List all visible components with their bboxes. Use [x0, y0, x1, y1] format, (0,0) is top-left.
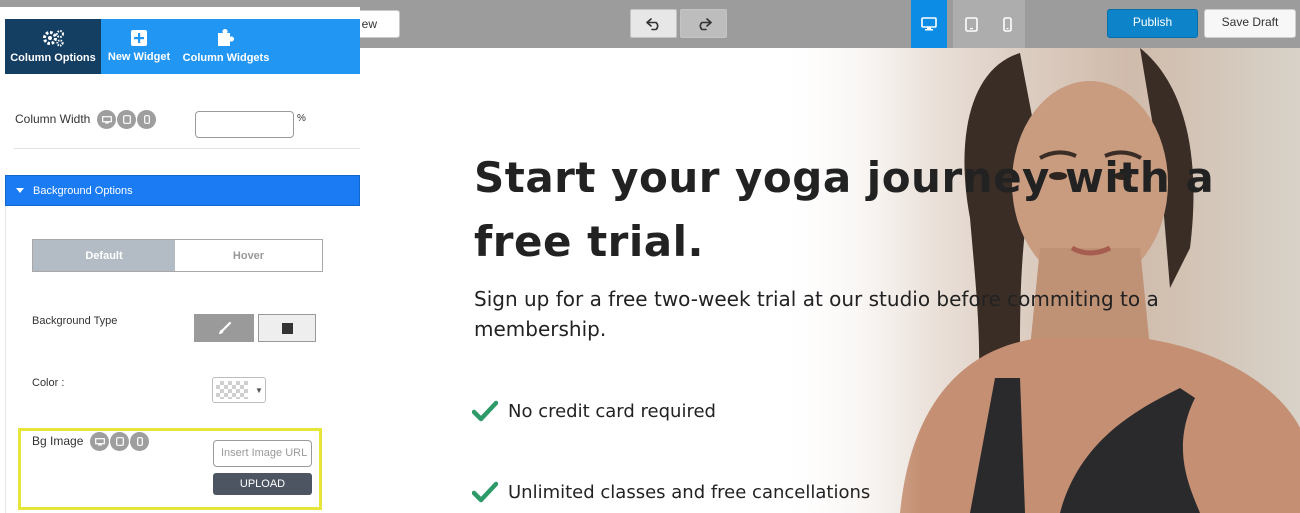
- redo-icon: [699, 17, 712, 30]
- tab-hover[interactable]: Hover: [175, 240, 322, 271]
- transparent-swatch: [216, 381, 248, 399]
- tab-new-widget[interactable]: New Widget: [101, 19, 177, 74]
- page-canvas[interactable]: Start your yoga journey with a free tria…: [360, 48, 1300, 513]
- check-icon: [472, 481, 498, 503]
- divider: [14, 148, 360, 149]
- color-label: Color :: [32, 377, 65, 389]
- column-width-input[interactable]: [195, 111, 294, 138]
- hero-background-photo: [720, 48, 1300, 513]
- bg-image-url-input[interactable]: Insert Image URL: [213, 440, 312, 467]
- background-type-image-button[interactable]: [258, 314, 316, 342]
- woman-photo-illustration: [720, 48, 1300, 513]
- puzzle-icon: [218, 29, 234, 46]
- mobile-icon[interactable]: [130, 432, 149, 451]
- check-icon: [472, 400, 498, 422]
- panel-tabs: Column Options New Widget Column Widgets: [5, 19, 360, 74]
- background-options-header[interactable]: Background Options: [5, 175, 360, 206]
- feature-item[interactable]: Unlimited classes and free cancellations: [472, 481, 870, 503]
- tablet-icon: [964, 16, 978, 32]
- mobile-icon[interactable]: [137, 110, 156, 129]
- desktop-icon: [921, 17, 937, 31]
- feature-item[interactable]: No credit card required: [472, 400, 716, 422]
- redo-button[interactable]: [680, 9, 727, 38]
- section-title: Background Options: [33, 184, 133, 197]
- background-type-label: Background Type: [32, 315, 118, 327]
- gears-icon: [43, 30, 64, 47]
- tab-default[interactable]: Default: [33, 240, 175, 271]
- tab-label: New Widget: [107, 51, 171, 63]
- undo-icon: [645, 17, 658, 30]
- chevron-down-icon: ▼: [255, 385, 263, 395]
- caret-down-icon: [16, 188, 24, 193]
- tab-column-options[interactable]: Column Options: [5, 19, 101, 74]
- save-draft-button[interactable]: Save Draft: [1204, 9, 1296, 38]
- background-type-color-button[interactable]: [194, 314, 254, 342]
- device-tablet-button[interactable]: [953, 0, 989, 48]
- publish-button[interactable]: Publish: [1107, 9, 1198, 38]
- square-icon: [281, 322, 293, 334]
- device-desktop-button[interactable]: [911, 0, 947, 48]
- tablet-icon[interactable]: [110, 432, 129, 451]
- tablet-icon[interactable]: [117, 110, 136, 129]
- mobile-icon: [1002, 16, 1012, 32]
- column-options-panel: Column Options New Widget Column Widgets…: [0, 7, 360, 513]
- hero-title[interactable]: Start your yoga journey with a free tria…: [474, 146, 1274, 274]
- column-width-label: Column Width: [15, 112, 91, 126]
- percent-unit: %: [297, 113, 306, 124]
- state-toggle: Default Hover: [32, 239, 323, 272]
- responsive-toggle-group: [97, 110, 156, 129]
- tab-column-widgets[interactable]: Column Widgets: [177, 19, 275, 74]
- desktop-icon[interactable]: [97, 110, 116, 129]
- plus-square-icon: [131, 30, 147, 46]
- hero-subtitle[interactable]: Sign up for a free two-week trial at our…: [474, 284, 1234, 344]
- bg-image-label: Bg Image: [32, 434, 84, 448]
- tab-label: Column Widgets: [182, 52, 270, 64]
- feature-text: No credit card required: [508, 400, 716, 422]
- upload-button[interactable]: UPLOAD: [213, 473, 312, 495]
- responsive-toggle-group: [90, 432, 149, 451]
- brush-icon: [218, 321, 231, 334]
- tab-label: Column Options: [10, 52, 96, 64]
- undo-button[interactable]: [630, 9, 677, 38]
- device-mobile-button[interactable]: [989, 0, 1025, 48]
- desktop-icon[interactable]: [90, 432, 109, 451]
- feature-text: Unlimited classes and free cancellations: [508, 481, 871, 503]
- color-picker[interactable]: ▼: [212, 377, 266, 403]
